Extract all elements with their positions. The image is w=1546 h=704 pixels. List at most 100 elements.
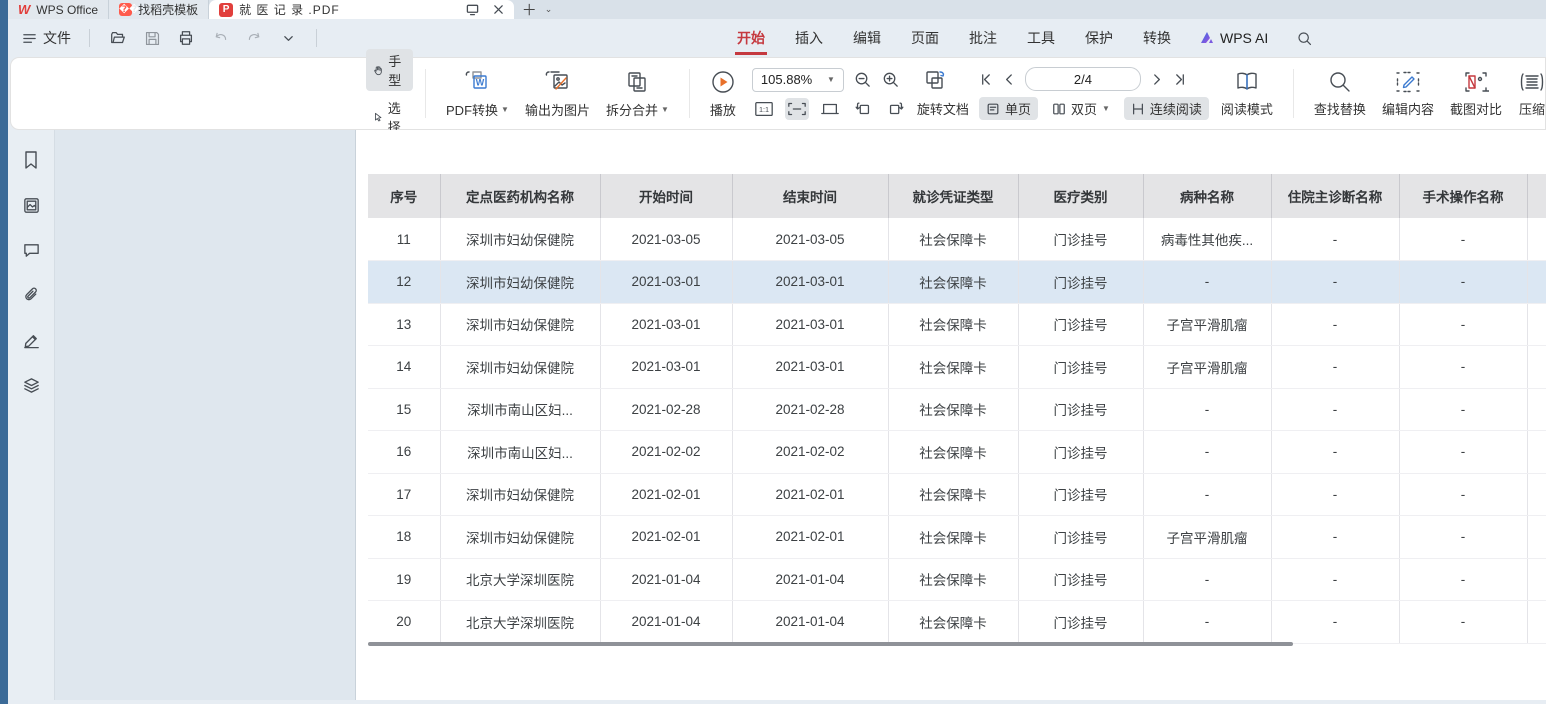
ribbon-tab-edit[interactable]: 编辑	[851, 19, 883, 57]
divider	[89, 29, 90, 47]
table-cell: -	[1143, 261, 1271, 304]
continuous-read-button[interactable]: 连续阅读	[1124, 97, 1209, 120]
ribbon-tab-insert[interactable]: 插入	[793, 19, 825, 57]
find-replace-button[interactable]: 查找替换	[1306, 70, 1374, 118]
compress-button[interactable]: 压缩	[1510, 70, 1546, 118]
monitor-icon[interactable]	[462, 3, 483, 16]
first-page-icon[interactable]	[979, 73, 992, 86]
layers-icon[interactable]	[19, 373, 43, 397]
double-page-button[interactable]: 双页 ▼	[1045, 97, 1117, 120]
table-cell: -	[1399, 303, 1527, 346]
actual-size-icon[interactable]: 1:1	[752, 98, 776, 120]
read-mode-label: 阅读模式	[1221, 99, 1273, 118]
table-cell: 社会保障卡	[888, 558, 1018, 601]
page-number-input[interactable]: 2/4	[1025, 67, 1141, 91]
signature-icon[interactable]	[19, 328, 43, 352]
table-cell: 2021-02-01	[600, 473, 732, 516]
double-page-label: 双页	[1071, 99, 1097, 118]
ribbon-tab-convert[interactable]: 转换	[1141, 19, 1173, 57]
rotate-document-icon[interactable]	[923, 69, 947, 91]
horizontal-scrollbar[interactable]	[368, 642, 1293, 646]
table-row[interactable]: 11深圳市妇幼保健院2021-03-052021-03-05社会保障卡门诊挂号病…	[368, 218, 1546, 261]
table-row[interactable]: 16深圳市南山区妇...2021-02-022021-02-02社会保障卡门诊挂…	[368, 431, 1546, 474]
fit-width-icon[interactable]	[785, 98, 809, 120]
edit-content-button[interactable]: 编辑内容	[1374, 70, 1442, 118]
ribbon-tab-annotate[interactable]: 批注	[967, 19, 999, 57]
read-mode-button[interactable]: 阅读模式	[1213, 70, 1281, 118]
export-as-image-button[interactable]: 输出为图片	[517, 69, 598, 119]
table-cell: -	[1399, 346, 1527, 389]
rotate-right-icon[interactable]	[884, 98, 908, 120]
search-icon[interactable]	[1294, 28, 1314, 48]
close-tab-icon[interactable]	[489, 4, 508, 15]
single-page-button[interactable]: 单页	[979, 97, 1038, 120]
table-cell: -	[1143, 601, 1271, 644]
zoom-out-icon[interactable]	[853, 70, 872, 89]
table-row[interactable]: 15深圳市南山区妇...2021-02-282021-02-28社会保障卡门诊挂…	[368, 388, 1546, 431]
read-mode-icon	[1234, 70, 1260, 94]
table-row[interactable]: 14深圳市妇幼保健院2021-03-012021-03-01社会保障卡门诊挂号子…	[368, 346, 1546, 389]
divider	[689, 69, 690, 118]
table-row[interactable]: 12深圳市妇幼保健院2021-03-012021-03-01社会保障卡门诊挂号-…	[368, 261, 1546, 304]
table-row[interactable]: 19北京大学深圳医院2021-01-042021-01-04社会保障卡门诊挂号-…	[368, 558, 1546, 601]
chevron-down-icon: ▼	[827, 75, 835, 84]
table-cell: 社会保障卡	[888, 431, 1018, 474]
table-cell: -	[1143, 388, 1271, 431]
toolbar: 手型 选择 W PDF转换▼	[10, 57, 1546, 130]
tab-wps-office[interactable]: W WPS Office	[8, 0, 109, 19]
fit-page-icon[interactable]	[818, 98, 842, 120]
last-page-icon[interactable]	[1174, 73, 1187, 86]
hand-tool-button[interactable]: 手型	[366, 49, 413, 91]
table-row[interactable]: 18深圳市妇幼保健院2021-02-012021-02-01社会保障卡门诊挂号子…	[368, 516, 1546, 559]
tab-document-pdf[interactable]: P 就 医 记 录 .PDF	[209, 0, 514, 19]
table-cell: -	[1271, 218, 1399, 261]
table-cell: -	[1271, 601, 1399, 644]
save-icon[interactable]	[142, 28, 162, 48]
navigation-pane[interactable]	[55, 130, 356, 700]
rotate-left-icon[interactable]	[851, 98, 875, 120]
ribbon-tab-tools[interactable]: 工具	[1025, 19, 1057, 57]
split-merge-button[interactable]: 拆分合并▼	[598, 69, 677, 119]
table-cell: 2021-03-01	[732, 303, 888, 346]
edit-content-label: 编辑内容	[1382, 99, 1434, 118]
tab-list-chevron-icon[interactable]: ⌄	[545, 0, 559, 19]
zoom-level-select[interactable]: 105.88% ▼	[752, 68, 844, 92]
print-icon[interactable]	[176, 28, 196, 48]
attachment-icon[interactable]	[19, 283, 43, 307]
rotate-document-label[interactable]: 旋转文档	[917, 99, 969, 118]
file-menu-button[interactable]: 文件	[22, 28, 71, 48]
previous-page-icon[interactable]	[1003, 73, 1014, 86]
table-row[interactable]: 13深圳市妇幼保健院2021-03-012021-03-01社会保障卡门诊挂号子…	[368, 303, 1546, 346]
wps-ai-label: WPS AI	[1220, 30, 1268, 46]
redo-icon[interactable]	[244, 28, 264, 48]
pdf-page[interactable]: 序号定点医药机构名称开始时间结束时间就诊凭证类型医疗类别病种名称住院主诊断名称手…	[356, 130, 1546, 700]
next-page-icon[interactable]	[1152, 73, 1163, 86]
screenshot-compare-button[interactable]: 截图对比	[1442, 70, 1510, 118]
sidebar-icon-rail	[8, 130, 55, 700]
history-chevron-icon[interactable]	[278, 28, 298, 48]
find-replace-label: 查找替换	[1314, 99, 1366, 118]
table-cell: -	[1143, 431, 1271, 474]
comment-icon[interactable]	[19, 238, 43, 262]
table-cell: 深圳市妇幼保健院	[440, 218, 600, 261]
tab-docer-templates[interactable]: �� 找稻壳模板	[109, 0, 209, 19]
table-row[interactable]: 17深圳市妇幼保健院2021-02-012021-02-01社会保障卡门诊挂号-…	[368, 473, 1546, 516]
bookmark-icon[interactable]	[19, 148, 43, 172]
column-header: 结束时间	[732, 174, 888, 218]
wps-ai-button[interactable]: WPS AI	[1199, 30, 1268, 46]
undo-icon[interactable]	[210, 28, 230, 48]
new-tab-button[interactable]: ＋	[514, 0, 545, 19]
table-row[interactable]: 20北京大学深圳医院2021-01-042021-01-04社会保障卡门诊挂号-…	[368, 601, 1546, 644]
thumbnail-icon[interactable]	[19, 193, 43, 217]
table-cell: 13	[368, 303, 440, 346]
table-cell: -	[1399, 601, 1527, 644]
open-file-icon[interactable]	[108, 28, 128, 48]
zoom-in-icon[interactable]	[881, 70, 900, 89]
ribbon-tab-protect[interactable]: 保护	[1083, 19, 1115, 57]
pdf-convert-button[interactable]: W PDF转换▼	[438, 69, 517, 119]
ribbon-tab-page[interactable]: 页面	[909, 19, 941, 57]
ribbon-tab-home[interactable]: 开始	[735, 19, 767, 57]
table-cell: -	[1143, 473, 1271, 516]
split-merge-label: 拆分合并	[606, 100, 658, 119]
play-button[interactable]: 播放	[702, 69, 744, 119]
